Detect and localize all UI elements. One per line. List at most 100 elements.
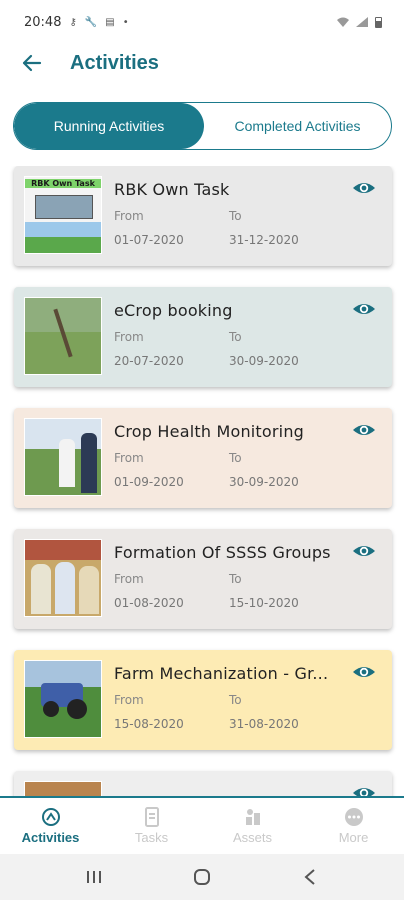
- to-column: To 31-12-2020: [229, 209, 344, 247]
- wheel-shape: [67, 699, 87, 719]
- system-back-icon: [304, 869, 315, 885]
- activity-dates: From 01-09-2020 To 30-09-2020: [114, 451, 344, 489]
- activity-title: Farm Mechanization - Gr...: [114, 664, 329, 683]
- nav-activities[interactable]: Activities: [0, 798, 101, 854]
- back-button[interactable]: [12, 44, 52, 82]
- tasks-icon: [144, 807, 159, 827]
- field-shape: [25, 237, 101, 253]
- status-right: [337, 16, 382, 28]
- to-date: 15-10-2020: [229, 596, 299, 610]
- activity-title: Crop Health Monitoring: [114, 422, 305, 441]
- activity-card[interactable]: Crop Health Monitoring From 01-09-2020 T…: [14, 408, 392, 508]
- to-label: To: [229, 693, 242, 707]
- page-title: Activities: [70, 51, 159, 74]
- home-button[interactable]: [182, 857, 222, 897]
- activity-thumbnail: RBK Own Task: [24, 176, 102, 254]
- activity-tabs: Running Activities Completed Activities: [13, 102, 392, 150]
- person-shape: [81, 433, 97, 493]
- from-date: 01-09-2020: [114, 475, 184, 489]
- building-shape: [35, 195, 93, 219]
- to-date: 30-09-2020: [229, 354, 299, 368]
- from-date: 15-08-2020: [114, 717, 184, 731]
- notification-dot: •: [122, 16, 129, 28]
- person-shape: [31, 564, 51, 614]
- person-shape: [79, 566, 99, 614]
- from-date: 01-08-2020: [114, 596, 184, 610]
- from-label: From: [114, 451, 144, 465]
- to-label: To: [229, 451, 242, 465]
- to-column: To 30-09-2020: [229, 330, 344, 368]
- activity-dates: From 20-07-2020 To 30-09-2020: [114, 330, 344, 368]
- card-body: RBK Own Task From 01-07-2020 To 31-12-20…: [114, 176, 344, 247]
- status-bar: 20:48 ⚷ 🔧 ▤ •: [0, 0, 404, 44]
- activity-card[interactable]: Formation Of SSSS Groups From 01-08-2020…: [14, 529, 392, 629]
- assets-icon: [245, 809, 260, 825]
- person-shape: [59, 439, 75, 487]
- thumbnail-caption: RBK Own Task: [25, 179, 101, 188]
- activity-title: RBK Own Task: [114, 180, 230, 199]
- sky-shape: [25, 222, 101, 237]
- activity-card[interactable]: Farm Mechanization - Gr... From 15-08-20…: [14, 650, 392, 750]
- card-body: eCrop booking From 20-07-2020 To 30-09-2…: [114, 297, 344, 368]
- person-shape: [55, 562, 75, 614]
- recent-apps-button[interactable]: [74, 857, 114, 897]
- activity-thumbnail: [24, 539, 102, 617]
- view-eye-icon[interactable]: [352, 781, 376, 796]
- view-eye-icon[interactable]: [352, 660, 376, 684]
- from-label: From: [114, 693, 144, 707]
- from-date: 20-07-2020: [114, 354, 184, 368]
- activity-dates: From 01-07-2020 To 31-12-2020: [114, 209, 344, 247]
- view-eye-icon[interactable]: [352, 297, 376, 321]
- activity-card[interactable]: RBK Own Task RBK Own Task From 01-07-202…: [14, 166, 392, 266]
- home-icon: [194, 869, 210, 885]
- to-date: 31-12-2020: [229, 233, 299, 247]
- to-column: To 15-10-2020: [229, 572, 344, 610]
- back-arrow-icon: [22, 54, 42, 72]
- activity-thumbnail: [24, 781, 102, 796]
- nav-tasks[interactable]: Tasks: [101, 798, 202, 854]
- battery-icon: [375, 16, 382, 28]
- wrench-icon: 🔧: [84, 16, 98, 28]
- tab-running-activities[interactable]: Running Activities: [14, 103, 204, 149]
- from-label: From: [114, 330, 144, 344]
- to-date: 30-09-2020: [229, 475, 299, 489]
- view-eye-icon[interactable]: [352, 539, 376, 563]
- activity-thumbnail: [24, 660, 102, 738]
- activity-title: eCrop booking: [114, 301, 233, 320]
- wheel-shape: [43, 701, 59, 717]
- key-icon: ⚷: [69, 16, 77, 28]
- from-column: From 15-08-2020: [114, 693, 229, 731]
- app-bar: Activities: [0, 44, 404, 82]
- activity-card[interactable]: [14, 771, 392, 796]
- nav-assets[interactable]: Assets: [202, 798, 303, 854]
- more-icon: [344, 808, 363, 826]
- view-eye-icon[interactable]: [352, 176, 376, 200]
- activity-thumbnail: [24, 297, 102, 375]
- activity-title: Formation Of SSSS Groups: [114, 543, 331, 562]
- activity-list: RBK Own Task RBK Own Task From 01-07-202…: [0, 166, 404, 796]
- from-column: From 01-07-2020: [114, 209, 229, 247]
- tab-completed-activities[interactable]: Completed Activities: [204, 103, 391, 149]
- nav-label: Activities: [21, 830, 80, 845]
- to-date: 31-08-2020: [229, 717, 299, 731]
- activities-icon: [41, 808, 60, 826]
- activity-card[interactable]: eCrop booking From 20-07-2020 To 30-09-2…: [14, 287, 392, 387]
- nav-label: Tasks: [134, 830, 169, 845]
- wifi-icon: [337, 17, 349, 27]
- card-body: Farm Mechanization - Gr... From 15-08-20…: [114, 660, 344, 731]
- nav-label: Assets: [232, 830, 272, 845]
- bottom-nav: Activities Tasks Assets More: [0, 796, 404, 854]
- nav-more[interactable]: More: [303, 798, 404, 854]
- from-label: From: [114, 209, 144, 223]
- system-back-button[interactable]: [290, 857, 330, 897]
- from-label: From: [114, 572, 144, 586]
- system-nav-bar: [0, 854, 404, 900]
- to-label: To: [229, 330, 242, 344]
- activity-thumbnail: [24, 418, 102, 496]
- card-body: Formation Of SSSS Groups From 01-08-2020…: [114, 539, 344, 610]
- recent-apps-icon: [87, 871, 101, 883]
- to-label: To: [229, 209, 242, 223]
- activity-dates: From 15-08-2020 To 31-08-2020: [114, 693, 344, 731]
- view-eye-icon[interactable]: [352, 418, 376, 442]
- status-left: 20:48 ⚷ 🔧 ▤ •: [24, 15, 129, 30]
